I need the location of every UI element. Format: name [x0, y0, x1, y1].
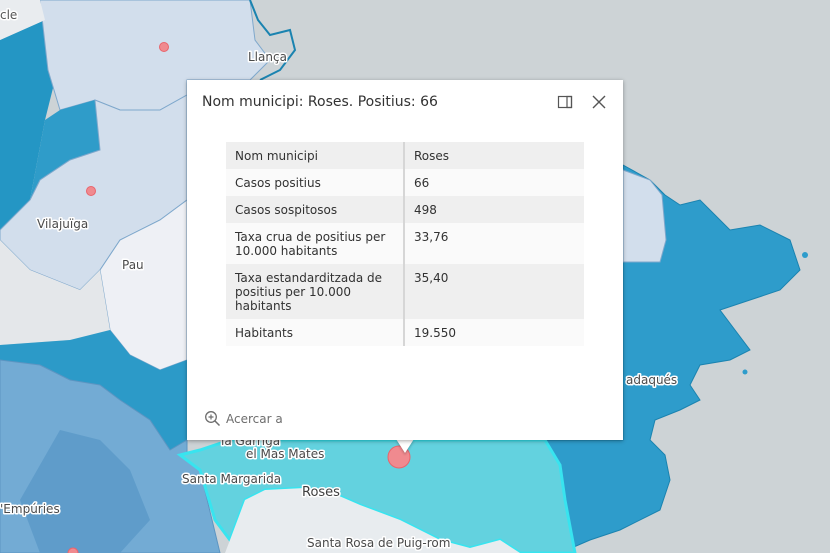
islet: [742, 369, 748, 375]
attribute-value: Roses: [404, 142, 584, 169]
table-row: Nom municipi Roses: [226, 142, 584, 169]
dock-icon: [557, 95, 573, 109]
popup-pointer: [396, 439, 414, 453]
attribute-name: Taxa crua de positius per 10.000 habitan…: [226, 223, 405, 264]
table-row: Taxa estandarditzada de positius per 10.…: [226, 264, 584, 319]
map-label-santa-rosa: Santa Rosa de Puig-rom: [307, 536, 450, 550]
table-row: Casos sospitosos 498: [226, 196, 584, 223]
covid-point-marker[interactable]: [159, 42, 169, 52]
islet: [802, 252, 808, 258]
attribute-name: Nom municipi: [226, 142, 405, 169]
attribute-value: 33,76: [404, 223, 584, 264]
attribute-table: Nom municipi Roses Casos positius 66 Cas…: [226, 142, 584, 346]
map-label-llanca: Llança: [248, 50, 287, 64]
close-button[interactable]: [590, 93, 608, 111]
attribute-value: 19.550: [404, 319, 584, 346]
attribute-value: 35,40: [404, 264, 584, 319]
table-row: Casos positius 66: [226, 169, 584, 196]
zoom-in-icon: [205, 411, 221, 427]
islet: [685, 372, 691, 378]
map-label-vilajuiga: Vilajuïga: [37, 217, 88, 231]
map-label-empuries: 'Empúries: [0, 502, 60, 516]
table-row: Habitants 19.550: [226, 319, 584, 346]
map-label-corner: cle: [0, 8, 17, 22]
covid-point-marker[interactable]: [86, 186, 96, 196]
attribute-value: 498: [404, 196, 584, 223]
popup-title: Nom municipi: Roses. Positius: 66: [202, 94, 438, 110]
attribute-name: Habitants: [226, 319, 405, 346]
attribute-name: Casos sospitosos: [226, 196, 405, 223]
map-label-roses: Roses: [302, 485, 340, 500]
dock-button[interactable]: [556, 93, 574, 111]
table-row: Taxa crua de positius per 10.000 habitan…: [226, 223, 584, 264]
attribute-name: Casos positius: [226, 169, 405, 196]
zoom-to-button[interactable]: Acercar a: [204, 410, 283, 427]
zoom-to-label: Acercar a: [226, 411, 283, 426]
attribute-name: Taxa estandarditzada de positius per 10.…: [226, 264, 405, 319]
map-label-cadaques: adaqués: [626, 373, 677, 387]
close-icon: [592, 95, 606, 109]
attribute-value: 66: [404, 169, 584, 196]
feature-popup: Nom municipi: Roses. Positius: 66 Nom mu…: [187, 80, 623, 440]
map-label-pau: Pau: [122, 258, 144, 272]
map-label-el-mas-mates: el Mas Mates: [246, 447, 324, 461]
map-label-santa-margarida: Santa Margarida: [182, 472, 281, 486]
